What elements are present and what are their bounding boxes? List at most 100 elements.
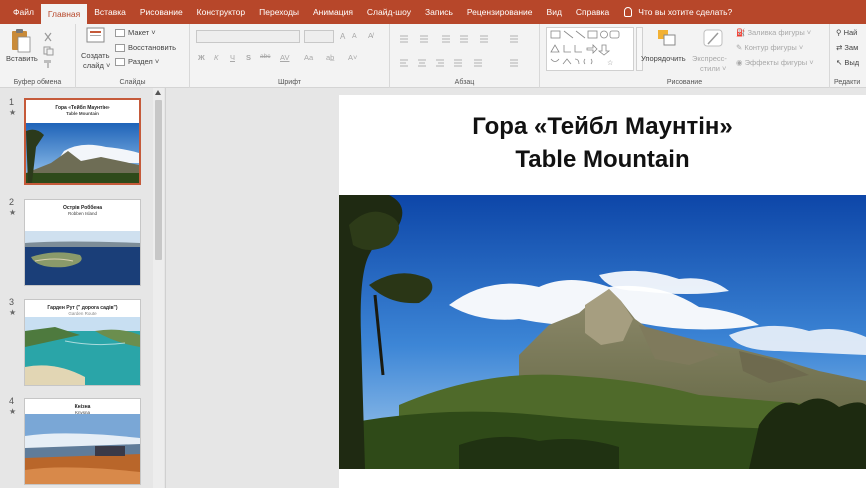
slide-number: 4	[9, 396, 15, 406]
tab-home[interactable]: Главная	[40, 4, 88, 24]
tab-file[interactable]: Файл	[6, 0, 41, 24]
clipboard-group-label: Буфер обмена	[13, 79, 62, 86]
ribbon: Вставить Буфер обмена Создать слайд ˅ Ма…	[0, 24, 866, 88]
thumb-island-photo	[25, 231, 140, 285]
shrink-font-button[interactable]: A	[352, 33, 357, 40]
strikethrough-button[interactable]: abc	[260, 53, 270, 60]
tab-review[interactable]: Рецензирование	[460, 0, 540, 24]
transition-star-icon: ★	[9, 308, 17, 317]
font-group: A A A̸ Ж К Ч S abc AV Aa ab̲ A˅ Шрифт	[190, 24, 390, 88]
slides-group: Создать слайд ˅ Макет ˅ Восстановить Раз…	[76, 24, 190, 88]
search-icon: ⚲	[836, 28, 844, 37]
slide-thumbnails-panel: 1 ★ Гора «Тейбл Маунтін» Table Mountain …	[0, 88, 166, 488]
shapes-gallery-scroll[interactable]	[636, 27, 643, 71]
font-size-combobox[interactable]	[304, 30, 334, 43]
slide-number: 2	[9, 197, 15, 207]
tab-transitions[interactable]: Переходы	[252, 0, 306, 24]
find-button[interactable]: ⚲ Най	[836, 28, 857, 37]
slide-number: 3	[9, 297, 15, 307]
format-painter-icon[interactable]	[43, 56, 53, 74]
quick-styles-button-line2[interactable]: стили ˅	[700, 64, 726, 73]
shape-outline-button[interactable]: ✎ Контур фигуры ˅	[736, 43, 803, 52]
paragraph-group: Абзац	[390, 24, 540, 88]
tab-view[interactable]: Вид	[540, 0, 569, 24]
thumb-subtitle: Robben Island	[67, 211, 98, 216]
transition-star-icon: ★	[9, 208, 17, 217]
tell-me-text: Что вы хотите сделать?	[638, 7, 733, 17]
underline-button[interactable]: Ч	[230, 53, 235, 62]
lightbulb-icon	[624, 7, 633, 17]
replace-button[interactable]: ⇄ Зам	[836, 43, 858, 52]
svg-text:☆: ☆	[607, 59, 613, 67]
thumbnail-scrollbar[interactable]	[153, 88, 164, 488]
slide-thumb-image[interactable]: Гора «Тейбл Маунтін» Table Mountain	[24, 98, 141, 185]
quick-styles-icon[interactable]	[702, 28, 726, 55]
arrange-icon[interactable]	[656, 28, 678, 53]
bullets-icon[interactable]	[398, 31, 528, 49]
tab-record[interactable]: Запись	[418, 0, 460, 24]
font-group-label: Шрифт	[277, 79, 302, 86]
slide-title-line2[interactable]: Table Mountain	[339, 146, 866, 174]
slide-title-line1[interactable]: Гора «Тейбл Маунтін»	[339, 113, 866, 141]
paragraph-group-label: Абзац	[454, 79, 475, 86]
highlight-icon[interactable]: ab̲	[326, 53, 334, 62]
effects-icon: ◉	[736, 58, 745, 67]
arrange-button[interactable]: Упорядочить	[641, 54, 686, 63]
grow-font-button[interactable]: A	[340, 32, 345, 41]
reset-icon	[115, 44, 125, 53]
menu-bar: Файл Главная Вставка Рисование Конструкт…	[0, 0, 866, 24]
clipboard-group: Вставить Буфер обмена	[0, 24, 76, 88]
tab-draw[interactable]: Рисование	[133, 0, 190, 24]
thumb-subtitle: Table Mountain	[66, 111, 99, 116]
quick-styles-button-line1[interactable]: Экспресс-	[692, 54, 727, 63]
new-slide-icon[interactable]	[86, 27, 106, 52]
tab-design[interactable]: Конструктор	[190, 0, 252, 24]
slides-group-label: Слайды	[119, 79, 146, 86]
scrollbar-thumb[interactable]	[155, 100, 162, 260]
slide-thumb-image[interactable]: Гарден Рут (" дорога садів") Garden Rout…	[24, 299, 141, 386]
slide-canvas[interactable]: Гора «Тейбл Маунтін» Table Mountain	[339, 95, 866, 488]
shapes-gallery[interactable]: ☆	[546, 27, 634, 71]
clear-format-icon[interactable]: A̸	[368, 31, 373, 40]
drawing-group-label: Рисование	[666, 79, 703, 86]
thumb-garden-route-photo	[25, 317, 140, 385]
tab-animations[interactable]: Анимация	[306, 0, 360, 24]
editing-group-label: Редакти	[834, 79, 861, 86]
slide-thumb-image[interactable]: Острів Роббена Robben Island	[24, 199, 141, 286]
align-icons[interactable]	[398, 55, 528, 73]
new-slide-button-line2[interactable]: слайд ˅	[83, 61, 110, 70]
slide-number: 1	[9, 97, 15, 107]
transition-star-icon: ★	[9, 407, 17, 416]
layout-button[interactable]: Макет ˅	[115, 28, 156, 38]
powerpoint-window: Файл Главная Вставка Рисование Конструкт…	[0, 0, 866, 488]
slide-thumb-image[interactable]: Кнізна Knysna	[24, 398, 141, 485]
scroll-up-arrow-icon[interactable]	[155, 90, 161, 95]
paint-bucket-icon: ⛽	[736, 28, 748, 37]
shape-fill-button[interactable]: ⛽ Заливка фигуры ˅	[736, 28, 811, 37]
thumb-knysna-photo	[25, 414, 140, 484]
reset-button[interactable]: Восстановить	[115, 43, 176, 53]
italic-button[interactable]: К	[214, 53, 218, 62]
transition-star-icon: ★	[9, 108, 17, 117]
drawing-group: ☆ Упорядочить Экспресс- стили ˅ ⛽ Заливк…	[540, 24, 830, 88]
layout-icon	[115, 29, 125, 38]
tab-slideshow[interactable]: Слайд-шоу	[360, 0, 418, 24]
font-name-combobox[interactable]	[196, 30, 300, 43]
bold-button[interactable]: Ж	[198, 53, 205, 62]
thumb-mountain-photo	[26, 123, 139, 183]
section-icon	[115, 58, 125, 67]
change-case-button[interactable]: Aa	[304, 53, 313, 62]
shadow-button[interactable]: S	[246, 53, 251, 62]
select-button[interactable]: ↖ Выд	[836, 58, 859, 67]
new-slide-button-line1[interactable]: Создать	[81, 51, 110, 60]
tell-me-box[interactable]: Что вы хотите сделать?	[624, 7, 732, 17]
tab-insert[interactable]: Вставка	[87, 0, 133, 24]
shape-effects-button[interactable]: ◉ Эффекты фигуры ˅	[736, 58, 814, 67]
section-button[interactable]: Раздел ˅	[115, 57, 159, 67]
table-mountain-photo[interactable]	[339, 195, 866, 469]
char-spacing-button[interactable]: AV	[280, 53, 289, 62]
editing-group: ⚲ Най ⇄ Зам ↖ Выд Редакти	[830, 24, 866, 88]
tab-help[interactable]: Справка	[569, 0, 616, 24]
paste-button[interactable]: Вставить	[6, 54, 38, 63]
font-color-icon[interactable]: A˅	[348, 53, 357, 62]
